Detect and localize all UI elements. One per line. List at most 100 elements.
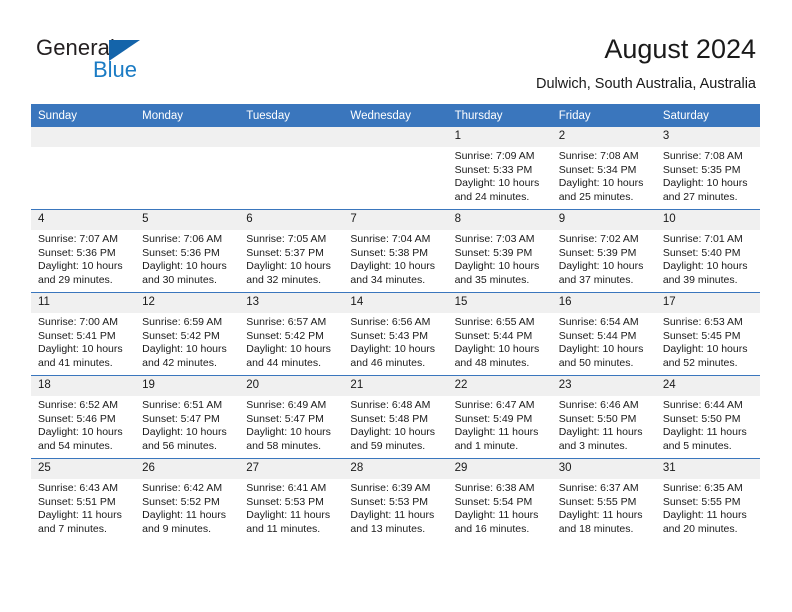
daylight-text-line1: Daylight: 10 hours <box>454 177 540 190</box>
calendar-day-cell[interactable]: 17 Sunrise: 6:53 AM Sunset: 5:45 PM Dayligh… <box>655 292 760 376</box>
day-details: Sunrise: 7:04 AM Sunset: 5:38 PM Daylight:… <box>343 230 447 287</box>
day-details: Sunrise: 6:37 AM Sunset: 5:55 PM Daylight:… <box>552 479 656 536</box>
calendar-day-cell[interactable]: 15 Sunrise: 6:55 AM Sunset: 5:44 PM Dayligh… <box>447 292 552 376</box>
daylight-text-line1: Daylight: 10 hours <box>38 426 123 439</box>
calendar-day-cell[interactable]: 5 Sunrise: 7:06 AM Sunset: 5:36 PM Daylight… <box>135 209 240 293</box>
calendar-day-cell-empty <box>239 127 344 210</box>
calendar-day-cell[interactable]: 23 Sunrise: 6:46 AM Sunset: 5:50 PM Dayligh… <box>551 375 656 459</box>
day-number: 18 <box>31 376 136 396</box>
daylight-text-line1: Daylight: 11 hours <box>38 509 122 522</box>
daylight-text-line1: Daylight: 11 hours <box>454 509 539 522</box>
calendar-page: General Blue August 2024 Dulwich, South … <box>0 0 792 612</box>
calendar-day-cell[interactable]: 20 Sunrise: 6:49 AM Sunset: 5:47 PM Dayligh… <box>239 375 344 459</box>
calendar-day-cell[interactable]: 4 Sunrise: 7:07 AM Sunset: 5:36 PM Daylight… <box>31 209 136 293</box>
daylight-text-line1: Daylight: 10 hours <box>350 343 436 356</box>
calendar-day-cell[interactable]: 28 Sunrise: 6:39 AM Sunset: 5:53 PM Dayligh… <box>343 458 448 541</box>
sunset-text: Sunset: 5:34 PM <box>558 163 637 176</box>
day-details: Sunrise: 7:08 AM Sunset: 5:34 PM Daylight:… <box>552 147 656 204</box>
calendar-day-cell[interactable]: 21 Sunrise: 6:48 AM Sunset: 5:48 PM Dayligh… <box>343 375 448 459</box>
calendar-day-cell[interactable]: 8 Sunrise: 7:03 AM Sunset: 5:39 PM Daylight… <box>447 209 552 293</box>
day-details: Sunrise: 6:35 AM Sunset: 5:55 PM Daylight:… <box>656 479 760 536</box>
day-number: 23 <box>551 376 656 396</box>
logo-text-blue: Blue <box>93 57 138 82</box>
location-subtitle: Dulwich, South Australia, Australia <box>535 76 756 92</box>
daylight-text-line1: Daylight: 10 hours <box>350 260 436 273</box>
daylight-text-line2: and 34 minutes. <box>350 273 426 286</box>
calendar-day-cell[interactable]: 22 Sunrise: 6:47 AM Sunset: 5:49 PM Dayligh… <box>447 375 552 459</box>
daylight-text-line2: and 9 minutes. <box>142 522 212 535</box>
calendar-day-cell[interactable]: 24 Sunrise: 6:44 AM Sunset: 5:50 PM Dayligh… <box>655 375 760 459</box>
sunrise-text: Sunrise: 6:39 AM <box>350 482 431 494</box>
sunset-text: Sunset: 5:47 PM <box>142 412 220 425</box>
calendar-day-cell[interactable]: 16 Sunrise: 6:54 AM Sunset: 5:44 PM Dayligh… <box>551 292 656 376</box>
day-number: 4 <box>31 210 136 230</box>
calendar-day-cell[interactable]: 27 Sunrise: 6:41 AM Sunset: 5:53 PM Dayligh… <box>239 458 344 541</box>
calendar-week-row: 1 Sunrise: 7:09 AM Sunset: 5:33 PM Daylight… <box>31 127 760 210</box>
day-number: 26 <box>135 459 240 479</box>
day-details: Sunrise: 6:47 AM Sunset: 5:49 PM Daylight:… <box>448 396 552 453</box>
day-details: Sunrise: 7:07 AM Sunset: 5:36 PM Daylight:… <box>31 230 135 287</box>
page-header: General Blue August 2024 Dulwich, South … <box>0 0 792 100</box>
daylight-text-line2: and 37 minutes. <box>558 273 634 286</box>
sunset-text: Sunset: 5:46 PM <box>38 412 116 425</box>
daylight-text-line1: Daylight: 10 hours <box>142 343 227 356</box>
daylight-text-line1: Daylight: 11 hours <box>558 509 643 522</box>
calendar-day-cell[interactable]: 12 Sunrise: 6:59 AM Sunset: 5:42 PM Dayligh… <box>135 292 240 376</box>
daylight-text-line2: and 7 minutes. <box>38 522 107 535</box>
calendar-day-cell[interactable]: 13 Sunrise: 6:57 AM Sunset: 5:42 PM Dayligh… <box>239 292 344 376</box>
calendar-day-cell[interactable]: 10 Sunrise: 7:01 AM Sunset: 5:40 PM Dayligh… <box>655 209 760 293</box>
calendar-day-cell[interactable]: 7 Sunrise: 7:04 AM Sunset: 5:38 PM Daylight… <box>343 209 448 293</box>
daylight-text-line2: and 11 minutes. <box>246 522 321 535</box>
day-details: Sunrise: 6:44 AM Sunset: 5:50 PM Daylight:… <box>656 396 760 453</box>
calendar-day-cell[interactable]: 25 Sunrise: 6:43 AM Sunset: 5:51 PM Dayligh… <box>31 458 136 541</box>
day-details: Sunrise: 7:02 AM Sunset: 5:39 PM Daylight:… <box>552 230 656 287</box>
calendar-day-cell[interactable]: 29 Sunrise: 6:38 AM Sunset: 5:54 PM Dayligh… <box>447 458 552 541</box>
calendar-day-cell[interactable]: 6 Sunrise: 7:05 AM Sunset: 5:37 PM Daylight… <box>239 209 344 293</box>
sunrise-text: Sunrise: 6:43 AM <box>38 482 118 494</box>
calendar-day-cell[interactable]: 9 Sunrise: 7:02 AM Sunset: 5:39 PM Daylight… <box>551 209 656 293</box>
day-number: 24 <box>655 376 760 396</box>
calendar-day-cell[interactable]: 19 Sunrise: 6:51 AM Sunset: 5:47 PM Dayligh… <box>135 375 240 459</box>
daylight-text-line1: Daylight: 10 hours <box>246 426 331 439</box>
daylight-text-line1: Daylight: 11 hours <box>246 509 331 522</box>
calendar-day-cell[interactable]: 14 Sunrise: 6:56 AM Sunset: 5:43 PM Dayligh… <box>343 292 448 376</box>
daylight-text-line1: Daylight: 10 hours <box>246 260 331 273</box>
general-blue-logo[interactable]: General Blue <box>36 36 166 86</box>
sunset-text: Sunset: 5:44 PM <box>454 329 533 342</box>
calendar-day-cell[interactable]: 18 Sunrise: 6:52 AM Sunset: 5:46 PM Dayligh… <box>31 375 136 459</box>
sunrise-text: Sunrise: 6:47 AM <box>454 399 535 411</box>
sunset-text: Sunset: 5:47 PM <box>246 412 324 425</box>
sunset-text: Sunset: 5:45 PM <box>662 329 741 342</box>
day-number: 30 <box>551 459 656 479</box>
sunrise-text: Sunrise: 7:08 AM <box>662 150 743 162</box>
sunrise-text: Sunrise: 6:35 AM <box>662 482 743 494</box>
day-number: 14 <box>343 293 448 313</box>
day-number <box>343 127 448 147</box>
day-details: Sunrise: 7:01 AM Sunset: 5:40 PM Daylight:… <box>656 230 760 287</box>
daylight-text-line1: Daylight: 10 hours <box>38 343 123 356</box>
calendar-body: 1 Sunrise: 7:09 AM Sunset: 5:33 PM Daylight… <box>31 127 760 541</box>
sunset-text: Sunset: 5:43 PM <box>350 329 429 342</box>
day-details: Sunrise: 7:00 AM Sunset: 5:41 PM Daylight:… <box>31 313 135 370</box>
sunrise-text: Sunrise: 7:08 AM <box>558 150 639 162</box>
sunrise-text: Sunrise: 6:51 AM <box>142 399 223 411</box>
daylight-text-line1: Daylight: 10 hours <box>662 260 748 273</box>
daylight-text-line2: and 18 minutes. <box>558 522 634 535</box>
calendar-day-cell[interactable]: 11 Sunrise: 7:00 AM Sunset: 5:41 PM Dayligh… <box>31 292 136 376</box>
sunset-text: Sunset: 5:50 PM <box>662 412 741 425</box>
calendar-day-cell[interactable]: 26 Sunrise: 6:42 AM Sunset: 5:52 PM Dayligh… <box>135 458 240 541</box>
daylight-text-line2: and 25 minutes. <box>558 190 634 203</box>
calendar-day-cell[interactable]: 30 Sunrise: 6:37 AM Sunset: 5:55 PM Dayligh… <box>551 458 656 541</box>
calendar-day-cell[interactable]: 2 Sunrise: 7:08 AM Sunset: 5:34 PM Daylight… <box>551 127 656 210</box>
daylight-text-line1: Daylight: 10 hours <box>38 260 123 273</box>
day-details: Sunrise: 6:38 AM Sunset: 5:54 PM Daylight:… <box>448 479 552 536</box>
day-number: 15 <box>447 293 552 313</box>
calendar-day-cell[interactable]: 31 Sunrise: 6:35 AM Sunset: 5:55 PM Dayligh… <box>655 458 760 541</box>
calendar-day-cell[interactable]: 1 Sunrise: 7:09 AM Sunset: 5:33 PM Daylight… <box>447 127 552 210</box>
calendar-day-cell[interactable]: 3 Sunrise: 7:08 AM Sunset: 5:35 PM Daylight… <box>655 127 760 210</box>
daylight-text-line1: Daylight: 11 hours <box>662 509 747 522</box>
daylight-text-line1: Daylight: 10 hours <box>558 260 644 273</box>
day-details: Sunrise: 6:55 AM Sunset: 5:44 PM Daylight:… <box>448 313 552 370</box>
weekday-header-saturday: Saturday <box>655 104 760 127</box>
day-number: 12 <box>135 293 240 313</box>
